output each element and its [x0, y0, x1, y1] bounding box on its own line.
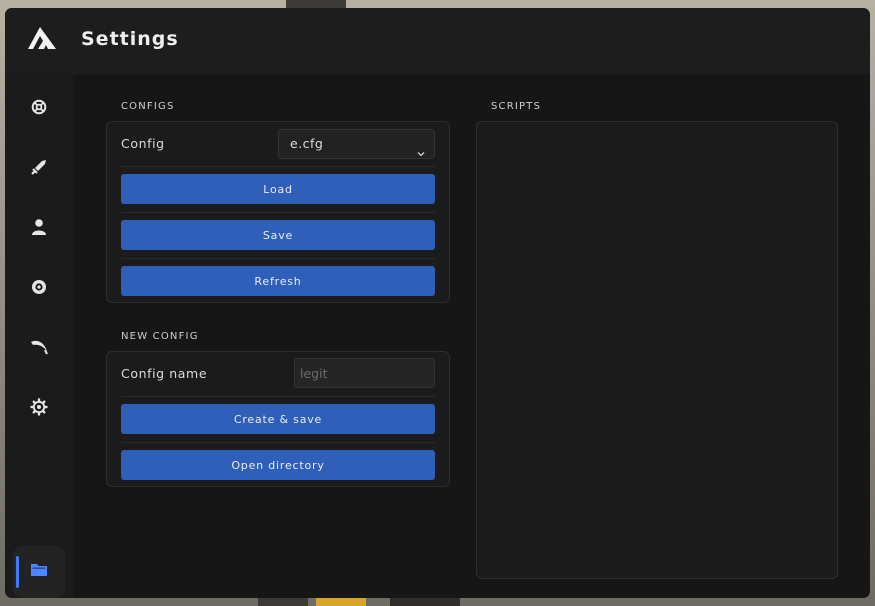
- new-config-section-label: NEW CONFIG: [121, 331, 199, 342]
- settings-window: Settings CONFIGS Config e.cfg Load Save …: [5, 8, 870, 598]
- config-label: Config: [121, 136, 165, 151]
- sidebar-item-sword[interactable]: [13, 143, 65, 195]
- active-indicator: [16, 556, 19, 588]
- life-ring-icon: [30, 98, 48, 120]
- sword-icon: [30, 158, 48, 180]
- divider: [121, 166, 435, 167]
- main-content: CONFIGS Config e.cfg Load Save Refresh N…: [73, 74, 870, 598]
- config-name-input[interactable]: [294, 358, 435, 388]
- scripts-list-panel[interactable]: [476, 121, 838, 579]
- page-title: Settings: [81, 28, 179, 50]
- gear-icon: [30, 398, 48, 420]
- background-shape: [286, 0, 346, 8]
- divider: [121, 442, 435, 443]
- new-config-panel: Config name Create & save Open directory: [106, 351, 450, 487]
- sidebar-item-gear[interactable]: [13, 383, 65, 435]
- open-directory-button[interactable]: Open directory: [121, 450, 435, 480]
- sidebar-item-configs[interactable]: [13, 546, 65, 598]
- configs-panel: Config e.cfg Load Save Refresh: [106, 121, 450, 303]
- save-button[interactable]: Save: [121, 220, 435, 250]
- divider: [121, 396, 435, 397]
- sidebar-item-eye[interactable]: [13, 263, 65, 315]
- sidebar: [5, 74, 73, 598]
- eye-icon: [30, 278, 48, 300]
- logo-icon: [27, 26, 57, 50]
- user-icon: [30, 218, 48, 240]
- sidebar-item-life-ring[interactable]: [13, 83, 65, 135]
- sidebar-item-knife[interactable]: [13, 323, 65, 375]
- knife-icon: [30, 338, 48, 360]
- configs-section-label: CONFIGS: [121, 101, 175, 112]
- divider: [121, 258, 435, 259]
- config-select-value: e.cfg: [290, 136, 324, 151]
- refresh-button[interactable]: Refresh: [121, 266, 435, 296]
- chevron-down-icon: [417, 140, 425, 157]
- sidebar-item-user[interactable]: [13, 203, 65, 255]
- folder-icon: [30, 561, 48, 583]
- config-name-label: Config name: [121, 366, 208, 381]
- scripts-section-label: SCRIPTS: [491, 101, 542, 112]
- title-bar: Settings: [5, 8, 870, 74]
- config-select[interactable]: e.cfg: [278, 129, 435, 159]
- divider: [121, 212, 435, 213]
- create-save-button[interactable]: Create & save: [121, 404, 435, 434]
- load-button[interactable]: Load: [121, 174, 435, 204]
